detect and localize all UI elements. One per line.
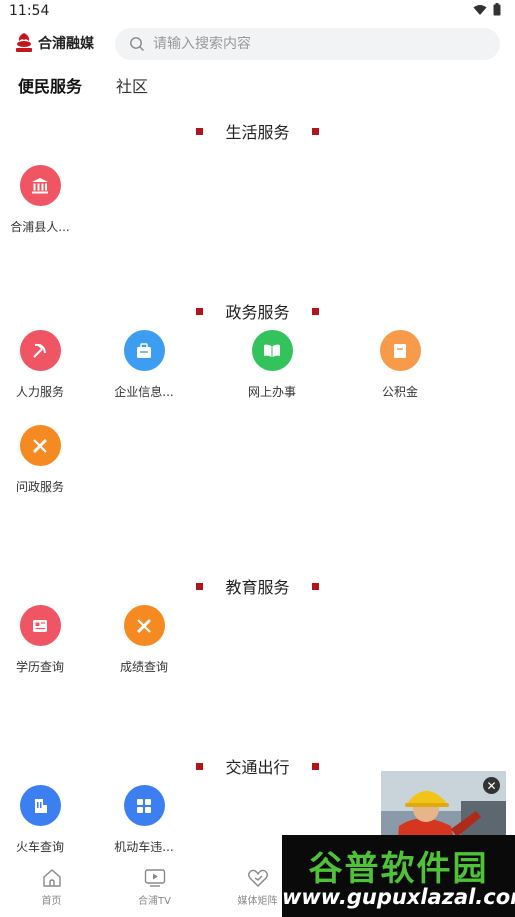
close-ad-button[interactable]: ✕ — [483, 777, 500, 794]
section-title: 生活服务 — [0, 115, 515, 147]
section-title-text: 教育服务 — [225, 578, 290, 597]
title-marker-right — [311, 127, 319, 135]
section-title-text: 交通出行 — [225, 758, 290, 777]
briefcase-icon — [123, 330, 165, 371]
newspaper-icon — [19, 605, 61, 646]
watermark-url: www.gupuxlazal.com — [282, 885, 515, 909]
status-bar: 11:54 — [0, 0, 515, 24]
tab-community[interactable]: 社区 — [116, 73, 148, 97]
title-marker-left — [196, 582, 204, 590]
title-marker-left — [196, 307, 204, 315]
logo-text: 合浦融媒 — [38, 36, 94, 52]
tab-convenience-services[interactable]: 便民服务 — [18, 73, 82, 97]
section-life-services: 生活服务 合浦县人... — [0, 115, 515, 295]
header: 合浦融媒 — [0, 28, 515, 62]
service-label: 问政服务 — [15, 480, 64, 494]
service-item[interactable]: 公积金 — [336, 330, 464, 425]
section-title: 政务服务 — [0, 295, 515, 327]
service-item[interactable]: 企业信息... — [80, 330, 208, 425]
grid-icon — [123, 785, 165, 826]
wifi-icon — [473, 4, 487, 15]
service-label: 机动车违... — [114, 840, 174, 854]
service-label: 网上办事 — [247, 385, 296, 399]
service-label: 企业信息... — [114, 385, 174, 399]
nav-label: 首页 — [41, 896, 62, 907]
service-label: 公积金 — [381, 385, 418, 399]
title-marker-right — [311, 762, 319, 770]
service-item[interactable]: 成绩查询 — [80, 605, 208, 700]
search-bar[interactable] — [115, 28, 500, 60]
status-icons — [473, 3, 501, 16]
service-grid: 人力服务 企业信息... 网上办事 公积金 问政服务 — [0, 330, 515, 520]
section-title-text: 生活服务 — [225, 123, 290, 142]
title-marker-right — [311, 582, 319, 590]
tv-play-icon — [144, 869, 165, 887]
service-item[interactable]: 合浦县人... — [0, 165, 80, 260]
service-item[interactable]: 学历查询 — [0, 605, 80, 700]
service-label: 合浦县人... — [10, 220, 70, 234]
building-icon — [19, 785, 61, 826]
service-label: 学历查询 — [15, 660, 64, 674]
hammer-sickle-icon — [19, 330, 61, 371]
battery-icon — [493, 3, 501, 16]
app-logo[interactable]: 合浦融媒 — [14, 31, 94, 55]
open-book-icon — [251, 330, 293, 371]
search-icon — [130, 37, 144, 51]
nav-label: 媒体矩阵 — [237, 896, 278, 907]
title-marker-left — [196, 762, 204, 770]
title-marker-left — [196, 127, 204, 135]
pencil-cross-icon — [123, 605, 165, 646]
nav-home[interactable]: 首页 — [0, 862, 103, 917]
heart-hand-icon — [247, 869, 268, 887]
status-time: 11:54 — [9, 3, 50, 19]
service-grid: 学历查询 成绩查询 — [0, 605, 515, 700]
service-item[interactable]: 人力服务 — [0, 330, 80, 425]
section-education-services: 教育服务 学历查询 成绩查询 — [0, 570, 515, 750]
section-title: 教育服务 — [0, 570, 515, 602]
nav-label: 合浦TV — [138, 896, 171, 907]
services-content: 生活服务 合浦县人... 政务服务 人力服务 企业信息... 网上办事 公积金 … — [0, 115, 515, 880]
search-input[interactable] — [153, 36, 473, 52]
government-building-icon — [19, 165, 61, 206]
title-marker-right — [311, 307, 319, 315]
logo-emblem-icon — [16, 33, 32, 52]
watermark-overlay: 谷普软件园 www.gupuxlazal.com — [282, 835, 515, 917]
service-grid: 合浦县人... — [0, 165, 515, 260]
bookmark-card-icon — [379, 330, 421, 371]
watermark-title: 谷普软件园 — [308, 849, 489, 889]
service-item[interactable]: 问政服务 — [0, 425, 80, 520]
category-tabs: 便民服务 社区 — [18, 73, 148, 97]
section-government-services: 政务服务 人力服务 企业信息... 网上办事 公积金 问政服务 — [0, 295, 515, 570]
service-label: 人力服务 — [15, 385, 64, 399]
service-label: 成绩查询 — [119, 660, 168, 674]
section-title-text: 政务服务 — [225, 303, 290, 322]
service-item[interactable]: 网上办事 — [208, 330, 336, 425]
pencil-cross-icon — [19, 425, 61, 466]
nav-hepu-tv[interactable]: 合浦TV — [103, 862, 206, 917]
home-icon — [42, 869, 61, 887]
service-label: 火车查询 — [15, 840, 64, 854]
